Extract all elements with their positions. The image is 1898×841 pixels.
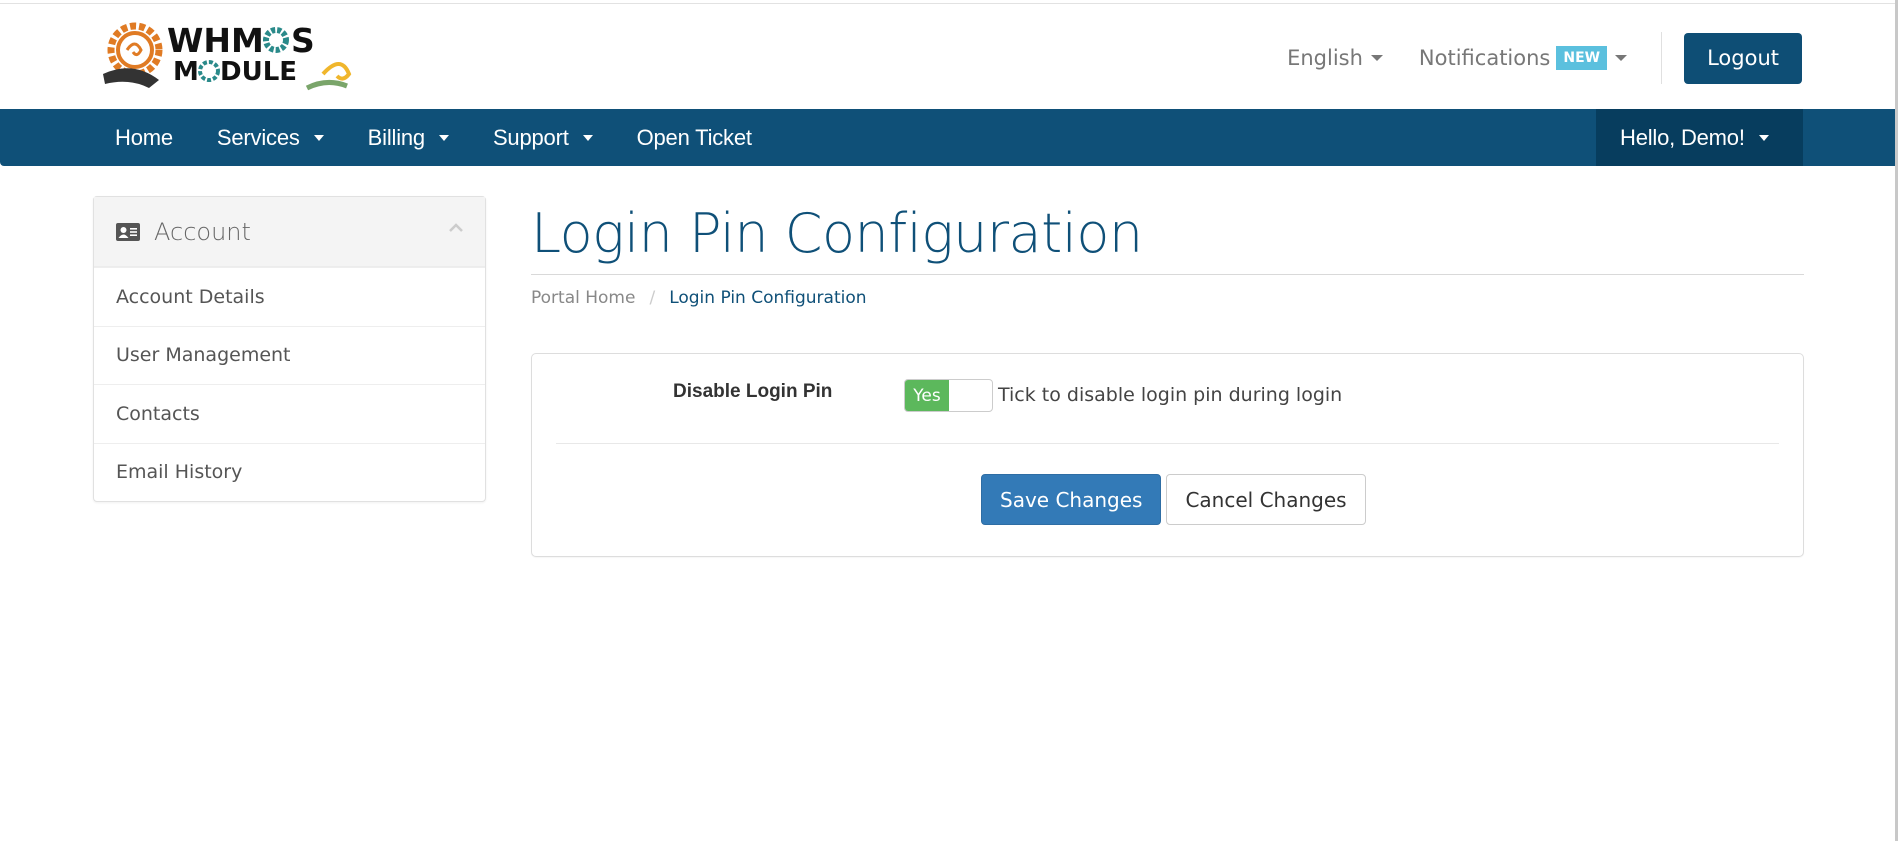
- caret-down-icon: [1370, 55, 1383, 61]
- gear-icon: [103, 22, 163, 88]
- sidebar-item-label: Account Details: [116, 285, 265, 308]
- nav-menu: Home Services Billing Support Open Ticke…: [93, 109, 774, 166]
- caret-down-icon: [582, 134, 593, 141]
- notifications-dropdown[interactable]: Notifications NEW: [1418, 46, 1628, 70]
- caret-down-icon: [313, 134, 324, 141]
- header-divider: [1661, 32, 1663, 84]
- login-pin-form-panel: Disable Login Pin Yes Tick to disable lo…: [531, 353, 1804, 557]
- nav-item-support[interactable]: Support: [471, 109, 615, 166]
- svg-text:WHM: WHM: [167, 21, 264, 60]
- nav-item-billing[interactable]: Billing: [346, 109, 471, 166]
- nav-item-open-ticket[interactable]: Open Ticket: [615, 109, 774, 166]
- toggle-on-state: Yes: [905, 380, 949, 411]
- nav-item-home[interactable]: Home: [93, 109, 195, 166]
- main-navbar: Home Services Billing Support Open Ticke…: [0, 109, 1895, 166]
- user-greeting: Hello, Demo!: [1620, 124, 1745, 150]
- language-selector[interactable]: English: [1287, 46, 1383, 70]
- save-changes-button[interactable]: Save Changes: [981, 474, 1162, 525]
- user-menu-container: Hello, Demo!: [1596, 109, 1803, 166]
- sidebar-item-label: User Management: [116, 344, 291, 367]
- notifications-new-badge: NEW: [1556, 46, 1608, 70]
- caret-down-icon: [438, 134, 449, 141]
- sidebar-item-contacts[interactable]: Contacts: [94, 384, 485, 443]
- sidebar-item-email-history[interactable]: Email History: [94, 442, 485, 502]
- caret-down-icon: [1758, 134, 1769, 141]
- logo-graphic: WHM S M DULE: [103, 21, 352, 91]
- form-divider: [556, 443, 1779, 444]
- sidebar-item-label: Email History: [116, 461, 243, 484]
- nav-item-label: Home: [115, 124, 173, 150]
- header-top-links: English Notifications NEW Logout: [1287, 32, 1802, 84]
- sidebar-item-label: Contacts: [116, 402, 200, 425]
- breadcrumb-separator: /: [649, 288, 656, 308]
- logout-button[interactable]: Logout: [1684, 32, 1802, 84]
- svg-text:S: S: [291, 21, 315, 60]
- cancel-changes-button[interactable]: Cancel Changes: [1166, 474, 1366, 525]
- nav-item-label: Open Ticket: [636, 124, 752, 150]
- site-header: WHM S M DULE English Notifications NEW L…: [0, 4, 1895, 109]
- brand-logo[interactable]: WHM S M DULE: [97, 18, 353, 98]
- disable-login-pin-help: Tick to disable login pin during login: [998, 384, 1343, 406]
- nav-item-label: Services: [216, 124, 300, 150]
- sidebar-item-account-details[interactable]: Account Details: [94, 267, 485, 326]
- disable-login-pin-toggle[interactable]: Yes: [904, 379, 993, 412]
- breadcrumb-current: Login Pin Configuration: [669, 288, 867, 308]
- sidebar-title: Account: [154, 217, 251, 246]
- nav-item-label: Support: [492, 124, 569, 150]
- id-card-icon: [116, 222, 140, 241]
- sidebar-item-user-management[interactable]: User Management: [94, 325, 485, 385]
- disable-login-pin-label: Disable Login Pin: [673, 381, 833, 402]
- caret-down-icon: [1615, 55, 1628, 61]
- nav-item-services[interactable]: Services: [195, 109, 346, 166]
- language-label: English: [1287, 46, 1363, 70]
- svg-text:M: M: [173, 57, 199, 87]
- form-actions: Save Changes Cancel Changes: [981, 474, 1366, 525]
- small-gear-icon: [263, 27, 289, 53]
- breadcrumb: Portal Home / Login Pin Configuration: [531, 288, 867, 308]
- breadcrumb-portal-home[interactable]: Portal Home: [531, 288, 635, 308]
- nav-item-label: Billing: [367, 124, 425, 150]
- title-divider: [531, 274, 1804, 275]
- account-sidebar: Account Account Details User Management …: [93, 196, 486, 502]
- sidebar-header[interactable]: Account: [94, 197, 485, 267]
- svg-text:DULE: DULE: [220, 57, 297, 87]
- user-menu-dropdown[interactable]: Hello, Demo!: [1620, 109, 1769, 166]
- page-title: Login Pin Configuration: [531, 202, 1143, 265]
- notifications-label: Notifications: [1418, 46, 1551, 70]
- chevron-up-icon[interactable]: [449, 221, 463, 235]
